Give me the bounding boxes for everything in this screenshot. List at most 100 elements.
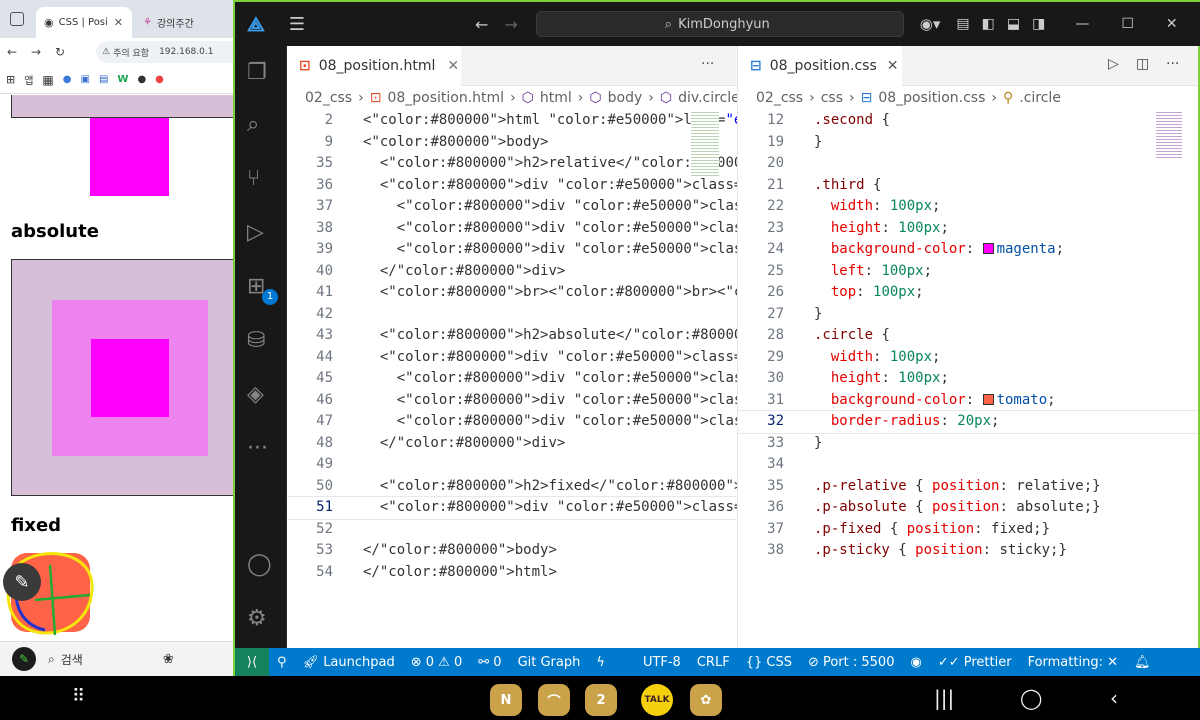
code-line[interactable]: 37 .p-fixed { position: fixed;} [738,519,1198,541]
code-line[interactable]: 39 <"color:#800000">div "color:#e50000">… [287,239,737,261]
code-line[interactable]: 9 <"color:#800000">body> [287,132,737,154]
code-line[interactable]: 35 <"color:#800000">h2>relative</"color:… [287,153,737,175]
notion-app-icon[interactable]: N [490,684,522,716]
menu-icon[interactable]: ☰ [289,14,305,35]
code-line[interactable]: 30 height: 100px; [738,368,1198,390]
code-line[interactable]: 52 [287,519,737,541]
color-swatch-icon[interactable] [982,393,994,405]
more-actions-icon[interactable]: ··· [701,56,714,72]
code-line[interactable]: 42 [287,304,737,326]
remote-icon[interactable]: ⟩⟨ [235,648,269,676]
mail-icon[interactable]: ▤ [99,74,108,85]
code-line[interactable]: 24 background-color: magenta; [738,239,1198,261]
code-line[interactable]: 21 .third { [738,175,1198,197]
code-line[interactable]: 25 left: 100px; [738,261,1198,283]
code-line[interactable]: 50 <"color:#800000">h2>fixed</"color:#80… [287,476,737,498]
git-graph-item[interactable]: Git Graph [510,655,589,670]
code-line[interactable]: 37 <"color:#800000">div "color:#e50000">… [287,196,737,218]
layers-icon[interactable]: ◈ [247,382,273,408]
code-line[interactable]: 54 </"color:#800000">html> [287,562,737,584]
pen-tool-button[interactable]: ✎ [3,563,41,601]
bookmark-icon[interactable]: ▣ [81,74,90,85]
source-control-icon[interactable]: ⑂ [247,166,273,192]
more-actions-icon[interactable]: ··· [1166,56,1179,72]
app-icon[interactable]: ● [155,74,164,85]
w-icon[interactable]: W [117,74,128,85]
code-line[interactable]: 46 <"color:#800000">div "color:#e50000">… [287,390,737,412]
app-drawer-icon[interactable]: ⠿ [72,686,85,707]
code-line[interactable]: 34 [738,454,1198,476]
run-icon[interactable]: ▷ [1108,56,1119,72]
database-icon[interactable]: ⛁ [247,328,273,354]
tree-icon[interactable]: ⚲ [269,655,295,670]
code-line[interactable]: 35 .p-relative { position: relative;} [738,476,1198,498]
color-swatch-icon[interactable] [982,243,994,254]
code-line[interactable]: 2 <"color:#800000">html "color:#e50000">l… [287,110,737,132]
language-item[interactable]: {} CSS [738,655,800,670]
code-line[interactable]: 36 .p-absolute { position: absolute;} [738,497,1198,519]
back-icon[interactable]: ‹ [1110,686,1118,710]
url-field[interactable]: ⚠ 주의 요함 192.168.0.1 [96,41,233,63]
code-line[interactable]: 49 [287,454,737,476]
code-line[interactable]: 28 .circle { [738,325,1198,347]
code-line[interactable]: 38 .p-sticky { position: sticky;} [738,540,1198,562]
recents-icon[interactable]: ||| [934,686,954,710]
search-box[interactable]: ⌕ 검색 [48,651,83,668]
chrome-icon[interactable]: ● [63,74,72,85]
html-code[interactable]: 2 <"color:#800000">html "color:#e50000">l… [287,110,737,648]
code-line[interactable]: 32 border-radius: 20px; [738,410,1198,434]
code-line[interactable]: 41 <"color:#800000">br><"color:#800000">… [287,282,737,304]
apps-grid-icon[interactable]: ⊞ [6,73,15,86]
code-line[interactable]: 26 top: 100px; [738,282,1198,304]
code-line[interactable]: 23 height: 100px; [738,218,1198,240]
tab-08-position-html[interactable]: ⊡ 08_position.html ✕ [287,46,461,86]
kakaotalk-app-icon[interactable]: TALK [641,684,673,716]
reload-icon[interactable]: ↻ [48,45,72,59]
calendar-app-icon[interactable]: 2 [585,684,617,716]
close-tab-icon[interactable]: ✕ [114,16,123,29]
code-line[interactable]: 53 </"color:#800000">body> [287,540,737,562]
code-line[interactable]: 47 <"color:#800000">div "color:#e50000">… [287,411,737,433]
code-line[interactable]: 40 </"color:#800000">div> [287,261,737,283]
toggle-panel-icon[interactable]: ⬓ [1007,16,1020,32]
code-line[interactable]: 33} [738,433,1198,455]
lightning-icon[interactable]: ϟ [588,655,613,670]
forward-arrow-icon[interactable]: → [504,15,517,34]
close-tab-icon[interactable]: ✕ [447,58,459,74]
back-icon[interactable]: ← [0,45,24,59]
close-tab-icon[interactable]: ✕ [887,58,899,74]
close-window-icon[interactable]: ✕ [1166,16,1178,32]
code-line[interactable]: 19} [738,132,1198,154]
ports-item[interactable]: ⚯ 0 [470,655,509,670]
live-server-port-item[interactable]: ⊘ Port : 5500 [800,655,903,670]
pen-app-icon[interactable]: ✎ [12,647,36,671]
tab-08-position-css[interactable]: ⊟ 08_position.css ✕ [738,46,902,86]
minimize-icon[interactable]: — [1075,16,1089,32]
tab-list-icon[interactable] [10,12,24,26]
code-line[interactable]: 29 width: 100px; [738,347,1198,369]
code-line[interactable]: 43 <"color:#800000">h2>absolute</"color:… [287,325,737,347]
settings-gear-icon[interactable]: ⚙ [247,606,273,632]
code-line[interactable]: 27} [738,304,1198,326]
more-icon[interactable]: ··· [247,436,273,462]
browser-tab-lecture[interactable]: ⚘ 강의주간 [135,7,233,38]
back-arrow-icon[interactable]: ← [475,15,488,34]
code-line[interactable]: 51 <"color:#800000">div "color:#e50000">… [287,496,737,520]
copilot-status-icon[interactable]: ◉ [902,655,929,670]
code-line[interactable]: 36 <"color:#800000">div "color:#e50000">… [287,175,737,197]
problems-item[interactable]: ⊗ 0 ⚠ 0 [403,655,471,670]
eol-item[interactable]: CRLF [689,655,738,670]
code-line[interactable]: 38 <"color:#800000">div "color:#e50000">… [287,218,737,240]
css-code[interactable]: 12 .second {19} 20 21 .third {22 width: 100p… [738,110,1198,648]
code-line[interactable]: 48 </"color:#800000">div> [287,433,737,455]
copilot-icon[interactable]: ◉▾ [920,15,941,33]
code-line[interactable]: 31 background-color: tomato; [738,390,1198,412]
launchpad-item[interactable]: 🚀︎ Launchpad [295,655,403,670]
code-line[interactable]: 44 <"color:#800000">div "color:#e50000">… [287,347,737,369]
split-editor-icon[interactable]: ◫ [1136,56,1149,72]
grid-icon[interactable]: ▦ [42,73,53,87]
browser-tab-css-position[interactable]: ◉ CSS | Posi ✕ [36,7,132,38]
flower-app-icon[interactable]: ✿ [690,684,722,716]
prettier-item[interactable]: ✓✓ Prettier [930,655,1020,670]
encoding-item[interactable]: UTF-8 [635,655,689,670]
